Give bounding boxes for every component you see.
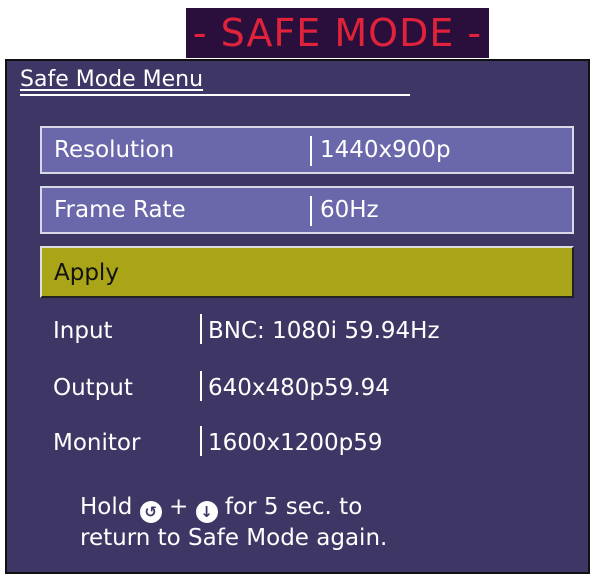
frame-rate-label: Frame Rate: [54, 197, 186, 223]
frame-rate-row[interactable]: Frame Rate 60Hz: [40, 186, 574, 234]
hint-prefix: Hold: [80, 494, 133, 520]
output-value: 640x480p59.94: [208, 375, 390, 401]
resolution-value: 1440x900p: [320, 137, 451, 163]
hint-plus: +: [168, 494, 189, 520]
rotate-icon: ↺: [139, 501, 162, 523]
down-arrow-icon: ↓: [195, 501, 218, 523]
input-label: Input: [53, 318, 113, 344]
frame-rate-value: 60Hz: [320, 197, 379, 223]
frame-rate-separator: [310, 196, 312, 226]
title-underline: [20, 94, 410, 96]
output-label: Output: [53, 375, 133, 401]
hint-line-2: return to Safe Mode again.: [80, 525, 388, 551]
hint-suffix: for 5 sec. to: [224, 494, 363, 520]
apply-button[interactable]: Apply: [40, 246, 574, 298]
output-separator: [200, 371, 202, 401]
hint-line-1: Hold ↺ + ↓ for 5 sec. to: [80, 492, 540, 523]
resolution-label: Resolution: [54, 137, 175, 163]
input-value: BNC: 1080i 59.94Hz: [208, 318, 440, 344]
monitor-label: Monitor: [53, 430, 141, 456]
monitor-value: 1600x1200p59: [208, 430, 383, 456]
input-separator: [200, 314, 202, 344]
safe-mode-hint: Hold ↺ + ↓ for 5 sec. to return to Safe …: [80, 492, 540, 553]
apply-label: Apply: [54, 260, 119, 286]
resolution-row[interactable]: Resolution 1440x900p: [40, 126, 574, 174]
panel-title: Safe Mode Menu: [20, 67, 204, 92]
safe-mode-banner: - SAFE MODE -: [186, 8, 489, 58]
resolution-separator: [310, 136, 312, 166]
monitor-separator: [200, 426, 202, 456]
